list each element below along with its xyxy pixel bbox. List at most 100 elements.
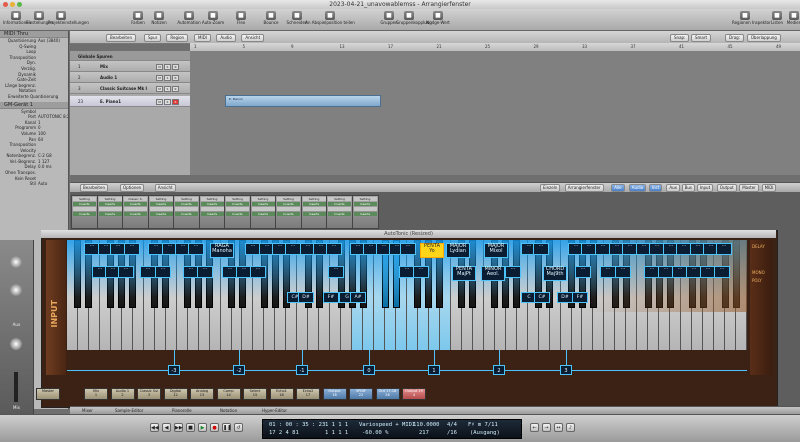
mixer-menu-0[interactable]: Bearbeiten [80, 184, 108, 192]
back-button[interactable]: ◀ [162, 423, 171, 432]
track-solo-button[interactable]: S [164, 64, 171, 70]
track-record-button[interactable]: R [172, 75, 179, 81]
track-record-button[interactable]: R [172, 86, 179, 92]
strip-slot[interactable] [98, 207, 122, 211]
strip-setting-button[interactable]: Classic S. [124, 197, 147, 201]
strip-inserts-label[interactable]: Inserts [353, 202, 377, 206]
transport-tool-1[interactable]: → [542, 423, 551, 432]
strip-inserts-label-2[interactable]: Inserts [124, 212, 147, 216]
output-strip[interactable]: Output 19 4 [402, 388, 426, 400]
scale-slot-2[interactable]: ··· [600, 266, 616, 278]
mixer-filter-7[interactable]: Input [696, 184, 714, 192]
mixer-filter-10[interactable]: MIDI [761, 184, 777, 192]
strip-inserts-label[interactable]: Inserts [302, 202, 326, 206]
time-signature[interactable]: 4/4 [447, 422, 457, 428]
strip-inserts-label[interactable]: Inserts [73, 202, 96, 206]
scale-button[interactable]: MAJOR Mixol [484, 243, 508, 258]
global-tracks-header[interactable]: Globale Spuren [70, 51, 190, 61]
track-mute-button[interactable]: M [156, 75, 163, 81]
volume-fader[interactable] [14, 372, 18, 402]
octave-button[interactable]: -1 [296, 365, 308, 375]
master-strip[interactable]: Master [36, 388, 60, 400]
strip-inserts-label-2[interactable]: Inserts [73, 212, 96, 216]
note-label[interactable]: F# [323, 292, 339, 303]
strip-inserts-label[interactable]: Inserts [226, 202, 249, 206]
scale-button[interactable]: MINOR Aeol. [481, 266, 505, 281]
midi-region[interactable]: E. Piano1 [225, 95, 381, 107]
scale-slot[interactable]: ··· [326, 243, 342, 255]
strip-inserts-label[interactable]: Inserts [98, 202, 122, 206]
strip-inserts-label[interactable]: Inserts [175, 202, 198, 206]
inspector-header-midi-thru[interactable]: MIDI Thru [0, 31, 68, 38]
scale-slot-2[interactable]: ··· [118, 266, 134, 278]
rewind-button[interactable]: ◀◀ [150, 423, 159, 432]
strip-slot[interactable] [328, 207, 351, 211]
scale-button[interactable]: MAJOR Lydian [446, 243, 470, 258]
inspector-advanced-quantize[interactable]: Erweiterte Quantisierung [0, 94, 68, 100]
scale-slot[interactable]: ··· [188, 243, 204, 255]
play-button[interactable]: ▶ [198, 423, 207, 432]
octave-button[interactable]: 0 [363, 365, 375, 375]
scale-slot-2[interactable]: ··· [197, 266, 213, 278]
mixer-filter-9[interactable]: Master [739, 184, 759, 192]
editor-tab[interactable]: Mixer [82, 407, 93, 414]
arrange-menu-0[interactable]: Bearbeiten [106, 34, 136, 42]
pan-knob-2[interactable] [10, 338, 22, 350]
output-strip[interactable]: Echo1 16 [269, 388, 294, 400]
snap-select[interactable]: Smart [691, 34, 712, 42]
track-row[interactable]: 23 E. Piano1 M S R [70, 96, 190, 107]
scale-button[interactable]: CHORD Maj9th [543, 266, 567, 281]
note-label[interactable]: D# [557, 292, 573, 303]
strip-slot[interactable] [73, 207, 96, 211]
scale-slot[interactable]: ··· [285, 243, 301, 255]
strip-slot[interactable] [226, 207, 249, 211]
scale-slot-2[interactable]: ··· [328, 266, 344, 278]
track-row[interactable]: 3 Classic Suitcase Mk I MSR [70, 83, 190, 94]
send-knob[interactable] [10, 256, 22, 268]
strip-slot[interactable] [175, 207, 198, 211]
toolbar-button-right-2[interactable]: ■ Medien [781, 11, 800, 29]
output-strip[interactable]: Out 17-18 26 [375, 388, 400, 400]
output-strip[interactable]: Analog 13 [190, 388, 214, 400]
strip-setting-button[interactable]: Setting [302, 197, 326, 201]
strip-inserts-label-2[interactable]: Inserts [149, 212, 173, 216]
strip-slot[interactable] [200, 207, 224, 211]
strip-inserts-label-2[interactable]: Inserts [353, 212, 377, 216]
transport-tool-0[interactable]: ← [530, 423, 539, 432]
strip-inserts-label-2[interactable]: Inserts [226, 212, 249, 216]
strip-inserts-label-2[interactable]: Inserts [200, 212, 224, 216]
toolbar-button-mid-1[interactable]: ■ Notizen [146, 11, 172, 29]
strip-inserts-label[interactable]: Inserts [149, 202, 173, 206]
mixer-filter-3[interactable]: Audio [628, 184, 647, 192]
octave-button[interactable]: -3 [168, 365, 180, 375]
scale-button[interactable]: PENTA MajPt [452, 266, 476, 281]
scale-slot[interactable]: ··· [124, 243, 140, 255]
strip-setting-button[interactable]: Setting [200, 197, 224, 201]
scale-slot-2[interactable]: ··· [250, 266, 266, 278]
output-strip[interactable]: Output 18 [322, 388, 347, 400]
scale-slot-2[interactable]: ··· [155, 266, 171, 278]
inspector-row[interactable]: Stil Auto [0, 181, 68, 187]
strip-setting-button[interactable]: Setting [73, 197, 96, 201]
delay-label[interactable]: DELAY [752, 244, 765, 249]
strip-inserts-label-2[interactable]: Inserts [277, 212, 300, 216]
toolbar-button-left-2[interactable]: ■ Projekteinstellungen [48, 11, 89, 29]
toolbar-button-mid-9[interactable]: ■ Gruppenkopplung [396, 11, 432, 29]
inspector-header-gm[interactable]: GM-Gerät 1 [0, 101, 68, 109]
scale-slot-2[interactable]: ··· [140, 266, 156, 278]
arrange-menu-4[interactable]: Audio [216, 34, 236, 42]
note-label[interactable]: D# [298, 292, 314, 303]
arrange-menu-2[interactable]: Region [166, 34, 189, 42]
scale-slot[interactable]: ··· [533, 243, 549, 255]
strip-inserts-label[interactable]: Inserts [277, 202, 300, 206]
scale-slot-2[interactable]: ··· [413, 266, 429, 278]
track-mute-button[interactable]: M [156, 64, 163, 70]
strip-inserts-label-2[interactable]: Inserts [175, 212, 198, 216]
drag-select[interactable]: Überlappung [747, 34, 781, 42]
track-row[interactable]: 2 Audio 1 MSR [70, 72, 190, 83]
octave-button[interactable]: 2 [493, 365, 505, 375]
mixer-filter-4[interactable]: Inst [648, 184, 663, 192]
scale-slot[interactable]: ··· [400, 243, 416, 255]
scale-slot-2[interactable]: ··· [714, 266, 730, 278]
key-value[interactable]: F♯ m 7/11 [468, 422, 498, 428]
